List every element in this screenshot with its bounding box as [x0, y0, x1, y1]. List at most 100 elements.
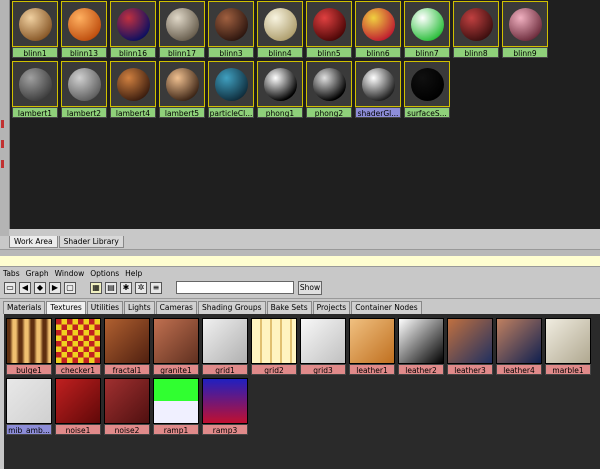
- graph-network-icon[interactable]: ✱: [120, 282, 132, 294]
- menu-options[interactable]: Options: [87, 268, 122, 279]
- texture-label: grid3: [300, 364, 346, 375]
- texture-swatch[interactable]: checker1: [54, 314, 103, 375]
- texture-swatch[interactable]: leather4: [495, 314, 544, 375]
- menu-window[interactable]: Window: [52, 268, 88, 279]
- texture-swatch[interactable]: ramp1: [152, 374, 201, 435]
- menu-graph[interactable]: Graph: [23, 268, 52, 279]
- material-swatch[interactable]: blinn4: [256, 1, 305, 60]
- material-swatch[interactable]: blinn9: [501, 1, 550, 60]
- work-area-tabs: Work Area Shader Library: [9, 236, 125, 248]
- material-label: lambert4: [110, 107, 156, 118]
- shader-ball: [68, 8, 101, 41]
- material-swatch[interactable]: blinn6: [354, 1, 403, 60]
- info-bar: [0, 256, 600, 267]
- material-label: blinn4: [257, 47, 303, 58]
- material-swatch[interactable]: blinn13: [60, 1, 109, 60]
- material-swatch[interactable]: particleCl...: [207, 61, 256, 120]
- material-preview: [502, 1, 548, 47]
- texture-label: mib_amb...: [6, 424, 52, 435]
- material-preview: [12, 61, 58, 107]
- output-connections-icon[interactable]: ▶: [49, 282, 61, 294]
- textures-panel[interactable]: bulge1 checker1 fractal1 granite1 grid1 grid2…: [4, 314, 600, 469]
- tab-shader-library[interactable]: Shader Library: [58, 236, 124, 248]
- menu-help[interactable]: Help: [122, 268, 145, 279]
- shader-ball: [509, 8, 542, 41]
- material-preview: [306, 1, 352, 47]
- texture-swatch[interactable]: noise2: [103, 374, 152, 435]
- material-label: blinn16: [110, 47, 156, 58]
- tab-work-area[interactable]: Work Area: [9, 236, 58, 248]
- texture-swatch[interactable]: noise1: [54, 374, 103, 435]
- tab-lights[interactable]: Lights: [124, 301, 155, 314]
- material-swatch[interactable]: lambert2: [60, 61, 109, 120]
- material-preview: [355, 1, 401, 47]
- create-icon[interactable]: ▭: [4, 282, 16, 294]
- menu-tabs[interactable]: Tabs: [0, 268, 23, 279]
- toggle-tabs-icon[interactable]: ▦: [90, 282, 102, 294]
- material-preview: [404, 1, 450, 47]
- texture-preview: [6, 378, 52, 424]
- texture-swatch[interactable]: leather1: [348, 314, 397, 375]
- shader-ball: [362, 68, 395, 101]
- shader-ball: [166, 8, 199, 41]
- tab-utilities[interactable]: Utilities: [86, 301, 123, 314]
- material-swatch[interactable]: surfaceS...: [403, 61, 452, 120]
- shader-ball: [460, 8, 493, 41]
- separator: [0, 298, 600, 299]
- show-button[interactable]: Show: [298, 281, 322, 295]
- texture-label: leather4: [496, 364, 542, 375]
- tab-shading-groups[interactable]: Shading Groups: [197, 301, 266, 314]
- search-input[interactable]: [176, 281, 294, 294]
- tab-projects[interactable]: Projects: [312, 301, 351, 314]
- texture-swatch[interactable]: ramp3: [201, 374, 250, 435]
- texture-swatch[interactable]: fractal1: [103, 314, 152, 375]
- material-label: blinn13: [61, 47, 107, 58]
- material-swatch[interactable]: lambert1: [11, 61, 60, 120]
- pane-splitter[interactable]: [0, 249, 600, 256]
- work-area-panel[interactable]: blinn1 blinn13 blinn16 blinn17 blinn3 blinn4 b…: [9, 0, 600, 229]
- material-swatch[interactable]: blinn3: [207, 1, 256, 60]
- texture-preview: [55, 378, 101, 424]
- material-swatch[interactable]: blinn16: [109, 1, 158, 60]
- tab-materials[interactable]: Materials: [3, 301, 46, 314]
- texture-swatch[interactable]: marble1: [544, 314, 593, 375]
- io-connections-icon[interactable]: ◆: [34, 282, 46, 294]
- texture-preview: [300, 318, 346, 364]
- material-preview: [453, 1, 499, 47]
- rearrange-graph-icon[interactable]: ✲: [135, 282, 147, 294]
- clear-graph-icon[interactable]: ▢: [64, 282, 76, 294]
- swatch-size-icon[interactable]: ≡: [150, 282, 162, 294]
- texture-swatch[interactable]: leather2: [397, 314, 446, 375]
- material-swatch[interactable]: phong1: [256, 61, 305, 120]
- material-label: shaderGl...: [355, 107, 401, 118]
- texture-swatch[interactable]: grid3: [299, 314, 348, 375]
- texture-swatch[interactable]: granite1: [152, 314, 201, 375]
- tab-textures[interactable]: Textures: [46, 301, 86, 314]
- tab-container-nodes[interactable]: Container Nodes: [351, 301, 422, 314]
- texture-swatch[interactable]: leather3: [446, 314, 495, 375]
- tab-cameras[interactable]: Cameras: [155, 301, 197, 314]
- material-swatch[interactable]: blinn1: [11, 1, 60, 60]
- material-swatch[interactable]: shaderGl...: [354, 61, 403, 120]
- material-swatch[interactable]: lambert4: [109, 61, 158, 120]
- texture-swatch[interactable]: bulge1: [5, 314, 54, 375]
- texture-swatch[interactable]: grid1: [201, 314, 250, 375]
- material-swatch[interactable]: phong2: [305, 61, 354, 120]
- material-preview: [257, 61, 303, 107]
- material-label: phong1: [257, 107, 303, 118]
- texture-swatch[interactable]: grid2: [250, 314, 299, 375]
- top-tabs-icon[interactable]: ▤: [105, 282, 117, 294]
- material-label: blinn7: [404, 47, 450, 58]
- material-swatch[interactable]: blinn8: [452, 1, 501, 60]
- material-swatch[interactable]: blinn7: [403, 1, 452, 60]
- tab-bake-sets[interactable]: Bake Sets: [266, 301, 312, 314]
- material-swatch[interactable]: blinn5: [305, 1, 354, 60]
- input-connections-icon[interactable]: ◀: [19, 282, 31, 294]
- material-label: lambert5: [159, 107, 205, 118]
- shader-ball: [264, 68, 297, 101]
- material-preview: [257, 1, 303, 47]
- material-swatch[interactable]: lambert5: [158, 61, 207, 120]
- material-swatch[interactable]: blinn17: [158, 1, 207, 60]
- material-preview: [110, 1, 156, 47]
- texture-swatch[interactable]: mib_amb...: [5, 374, 54, 435]
